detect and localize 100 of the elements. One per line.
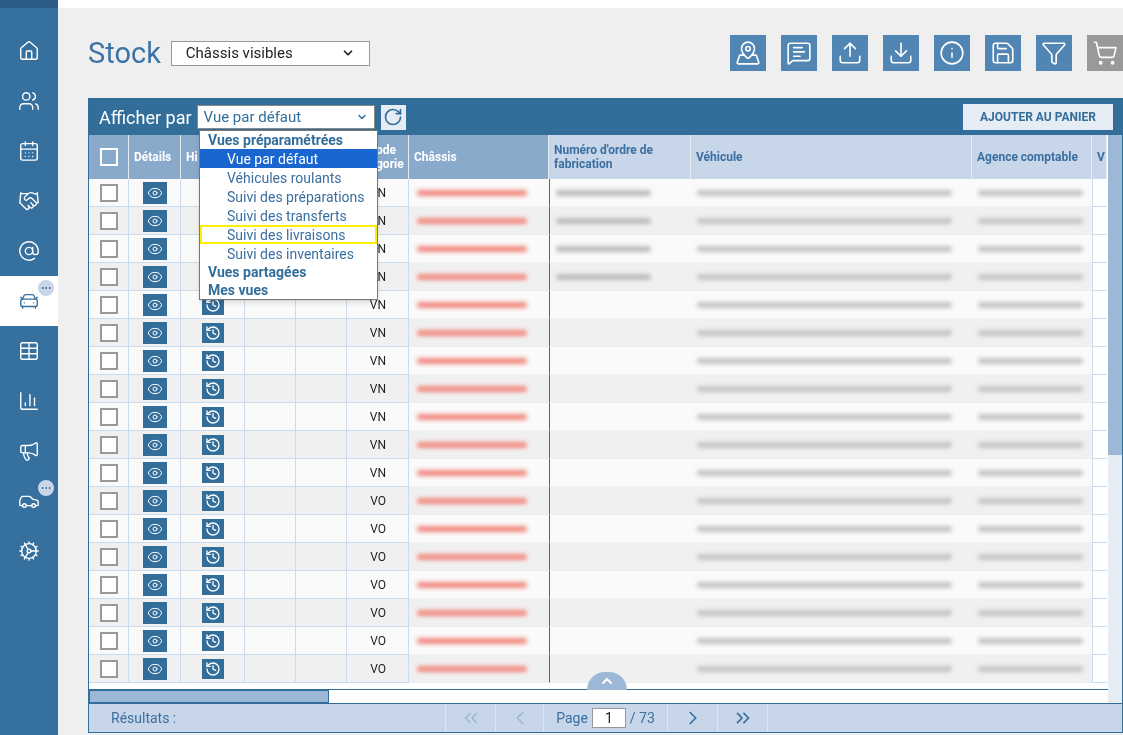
toolbar-button[interactable]	[832, 35, 868, 71]
at-sign-icon	[18, 240, 40, 262]
vertical-scrollbar[interactable]	[1108, 135, 1122, 703]
table-cell	[296, 571, 347, 599]
row-checkbox[interactable]	[99, 575, 118, 594]
details-button[interactable]	[142, 461, 167, 484]
select-all-checkbox[interactable]	[99, 148, 118, 166]
details-button[interactable]	[142, 237, 167, 260]
row-checkbox[interactable]	[99, 491, 118, 510]
column-header: Détails	[129, 135, 181, 179]
history-button[interactable]	[201, 322, 224, 343]
history-button[interactable]	[201, 602, 224, 623]
details-button[interactable]	[142, 405, 167, 428]
details-button[interactable]	[142, 209, 167, 232]
details-button[interactable]	[142, 601, 167, 624]
row-checkbox[interactable]	[99, 295, 118, 314]
dropdown-group-label: Vues partagées	[207, 263, 308, 281]
details-button[interactable]	[142, 545, 167, 568]
view-select[interactable]: Châssis visibles	[170, 40, 370, 66]
row-checkbox[interactable]	[99, 379, 118, 398]
dropdown-option[interactable]: Vue par défaut	[200, 149, 377, 168]
row-checkbox[interactable]	[99, 183, 118, 202]
details-button[interactable]	[142, 517, 167, 540]
scrollbar-thumb[interactable]	[1108, 135, 1122, 455]
details-button[interactable]	[142, 181, 167, 204]
details-button[interactable]	[142, 293, 167, 316]
row-checkbox[interactable]	[99, 659, 118, 678]
details-button[interactable]	[142, 321, 167, 344]
table-cell	[1092, 655, 1107, 683]
row-checkbox[interactable]	[99, 267, 118, 286]
history-button[interactable]	[201, 434, 224, 455]
dropdown-group-label: Mes vues	[207, 281, 270, 299]
column-header: Véhicule	[691, 135, 972, 179]
page-label: Page	[556, 708, 588, 728]
page-total: / 73	[629, 708, 655, 728]
details-button[interactable]	[142, 349, 167, 372]
category-cell: VN	[347, 375, 409, 403]
table-cell	[296, 459, 347, 487]
history-button[interactable]	[201, 546, 224, 567]
details-button[interactable]	[142, 573, 167, 596]
category-cell: VN	[347, 319, 409, 347]
history-icon	[204, 436, 221, 453]
dropdown-option[interactable]: Suivi des livraisons	[200, 225, 377, 244]
row-checkbox[interactable]	[99, 547, 118, 566]
table-cell	[1092, 431, 1107, 459]
details-button[interactable]	[142, 657, 167, 680]
toolbar-button[interactable]	[781, 35, 817, 71]
history-button[interactable]	[201, 378, 224, 399]
history-button[interactable]	[201, 462, 224, 483]
view-select[interactable]: Vue par défaut	[196, 105, 375, 129]
category-cell: VO	[347, 599, 409, 627]
toolbar-button[interactable]	[985, 35, 1021, 71]
history-button[interactable]	[201, 406, 224, 427]
sidebar-item[interactable]	[0, 276, 58, 326]
column-header: Châssis	[409, 135, 549, 179]
history-button[interactable]	[201, 350, 224, 371]
handshake-icon	[18, 190, 40, 212]
category-cell: VN	[347, 403, 409, 431]
toolbar-button[interactable]	[1036, 35, 1072, 71]
row-checkbox[interactable]	[99, 519, 118, 538]
category-cell: VO	[347, 571, 409, 599]
category-cell: VO	[347, 543, 409, 571]
scrollbar-thumb[interactable]	[89, 690, 329, 703]
row-checkbox[interactable]	[99, 323, 118, 342]
details-button[interactable]	[142, 377, 167, 400]
history-button[interactable]	[201, 518, 224, 539]
row-checkbox[interactable]	[99, 463, 118, 482]
history-button[interactable]	[201, 630, 224, 651]
table-cell	[1092, 487, 1107, 515]
row-checkbox[interactable]	[99, 211, 118, 230]
add-to-cart-button[interactable]: AJOUTER AU PANIER	[963, 104, 1113, 130]
history-icon	[204, 408, 221, 425]
table-cell	[1092, 319, 1107, 347]
row-checkbox[interactable]	[99, 603, 118, 622]
toolbar-button[interactable]	[730, 35, 766, 71]
horizontal-scrollbar[interactable]	[89, 689, 1108, 703]
history-icon	[204, 632, 221, 649]
history-button[interactable]	[201, 658, 224, 679]
table-icon	[18, 340, 40, 362]
history-icon	[204, 464, 221, 481]
row-checkbox[interactable]	[99, 239, 118, 258]
category-cell: VO	[347, 655, 409, 683]
details-button[interactable]	[142, 265, 167, 288]
refresh-button[interactable]	[380, 104, 406, 130]
details-button[interactable]	[142, 489, 167, 512]
row-checkbox[interactable]	[99, 435, 118, 454]
last-page-button[interactable]	[717, 704, 768, 732]
history-button[interactable]	[201, 574, 224, 595]
row-checkbox[interactable]	[99, 631, 118, 650]
row-checkbox[interactable]	[99, 351, 118, 370]
history-button[interactable]	[201, 490, 224, 511]
category-cell: VN	[347, 459, 409, 487]
toolbar-button[interactable]	[883, 35, 919, 71]
details-button[interactable]	[142, 433, 167, 456]
bar-chart-icon	[18, 390, 40, 412]
row-checkbox[interactable]	[99, 407, 118, 426]
details-button[interactable]	[142, 629, 167, 652]
toolbar-button[interactable]	[934, 35, 970, 71]
page-field[interactable]: 1	[591, 708, 626, 728]
info-icon	[939, 40, 965, 66]
